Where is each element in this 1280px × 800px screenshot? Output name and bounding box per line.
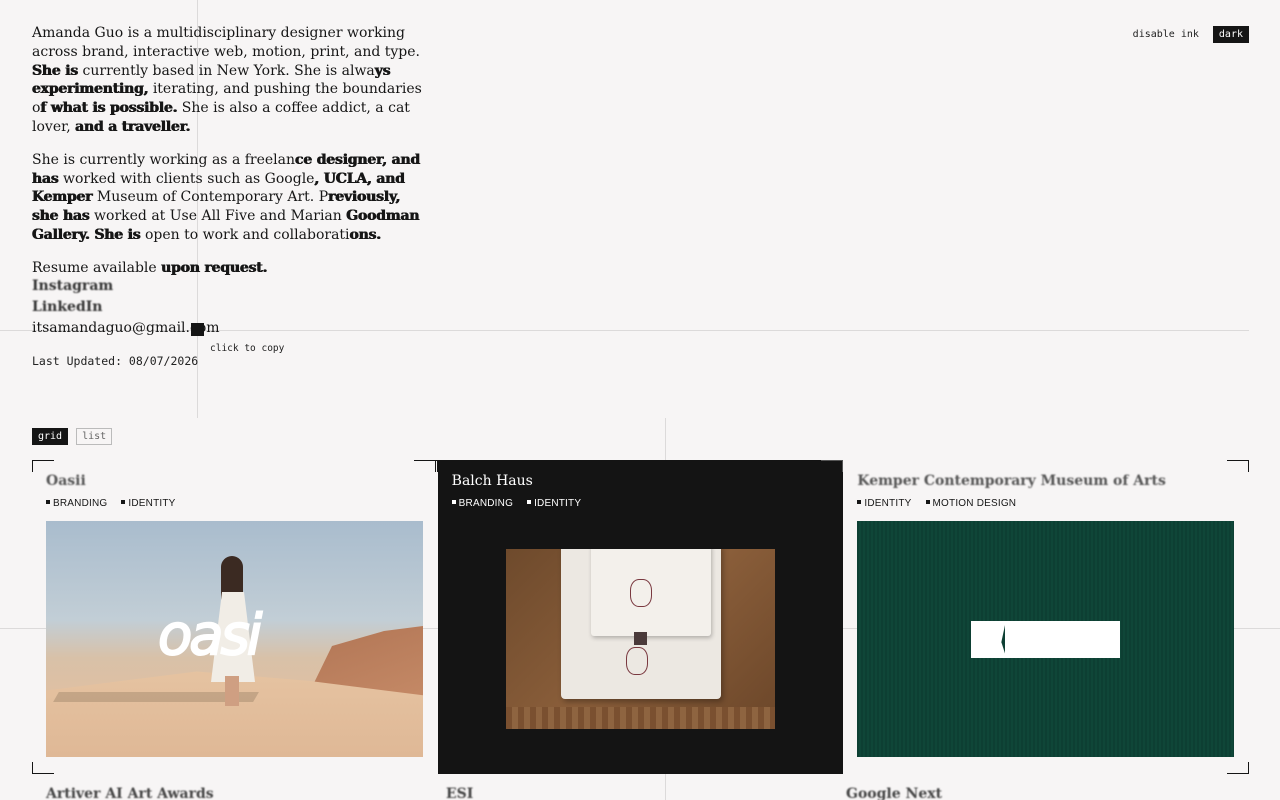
project-tag: BRANDING: [452, 498, 513, 509]
bio-paragraph-3: Resume available upon request.: [32, 259, 422, 278]
bio-ink-text: ons.: [349, 226, 382, 243]
disable-ink-button[interactable]: disable ink: [1133, 29, 1199, 40]
project-title[interactable]: Artiver AI Art Awards: [46, 786, 446, 800]
corner-mark: [1227, 762, 1250, 774]
project-card-balch-haus[interactable]: Balch Haus BRANDING IDENTITY: [413, 460, 844, 774]
project-title[interactable]: ESI: [446, 786, 846, 800]
project-title: Oasii: [46, 473, 86, 489]
bio-ink-text: upon request.: [161, 259, 268, 276]
balch-photo: [505, 549, 775, 729]
oasi-logo: oasi: [157, 602, 263, 669]
dark-mode-button[interactable]: dark: [1212, 26, 1249, 43]
bio-ink-text: She is: [32, 62, 79, 79]
bio-text: Resume available: [32, 259, 162, 276]
bio-text: worked at Use All Five and Marian: [89, 208, 347, 225]
project-tag: BRANDING: [46, 498, 107, 509]
project-card-oasii[interactable]: Oasii BRANDING IDENTITY oasi: [32, 460, 438, 774]
thumbnail-person-legs: [225, 676, 239, 706]
project-tag: IDENTITY: [527, 498, 581, 509]
project-title[interactable]: Google Next: [846, 786, 1246, 800]
instagram-link[interactable]: Instagram: [32, 276, 220, 297]
bio-text: Amanda Guo is a multidisciplinary design…: [32, 25, 421, 60]
project-title: Balch Haus: [451, 473, 533, 489]
project-thumbnail-oasii: oasi: [46, 521, 423, 757]
project-thumbnail-kemper: [857, 521, 1235, 757]
bio-ink-text: and a traveller.: [75, 118, 191, 135]
linkedin-link[interactable]: LinkedIn: [32, 297, 220, 318]
corner-mark: [32, 762, 54, 774]
project-title: Kemper Contemporary Museum of Arts: [857, 473, 1166, 489]
project-tag: IDENTITY: [857, 498, 911, 509]
corner-mark: [413, 460, 436, 472]
list-view-button[interactable]: list: [76, 428, 113, 445]
corner-mark: [821, 460, 844, 472]
last-updated: Last Updated: 08/07/2026: [32, 354, 199, 368]
project-thumbnail-balch-haus: [452, 521, 829, 757]
monogram-icon: [625, 647, 648, 675]
bio-text: open to work and collaborati: [140, 226, 350, 243]
bio-text: worked with clients such as Google: [58, 170, 315, 187]
bio-text: Museum of Contemporary Art. P: [92, 189, 329, 206]
project-tags: IDENTITY MOTION DESIGN: [857, 498, 1235, 509]
email-link[interactable]: itsamandaguo@gmail.com: [32, 318, 220, 339]
copy-hint: click to copy: [210, 343, 285, 354]
fabric-stripe: [505, 707, 775, 729]
bio: Amanda Guo is a multidisciplinary design…: [32, 24, 422, 292]
monogram-icon: [629, 579, 652, 607]
project-tags: BRANDING IDENTITY: [46, 498, 424, 509]
kemper-logo-bar: [971, 620, 1121, 658]
corner-mark: [1227, 460, 1250, 472]
next-row-titles: Artiver AI Art Awards ESI Google Next: [46, 786, 1246, 800]
corner-mark: [32, 460, 54, 472]
kemper-logo-notch: [1001, 623, 1006, 655]
project-tag: IDENTITY: [121, 498, 175, 509]
bio-text: She is currently working as a freelan: [32, 151, 296, 168]
bio-paragraph-2: She is currently working as a freelance …: [32, 151, 422, 245]
project-grid: Oasii BRANDING IDENTITY oasi Balch Haus …: [32, 460, 1250, 774]
project-tags: BRANDING IDENTITY: [452, 498, 830, 509]
ink-cursor: [633, 632, 647, 645]
bio-text: currently based in New York. She is alwa: [78, 62, 375, 79]
view-toggle: grid list: [32, 428, 113, 445]
contact-links: Instagram LinkedIn itsamandaguo@gmail.co…: [32, 276, 220, 339]
grid-view-button[interactable]: grid: [32, 428, 69, 445]
ink-cursor: [191, 323, 204, 336]
bio-ink-text: f what is possible.: [40, 100, 178, 117]
bio-paragraph-1: Amanda Guo is a multidisciplinary design…: [32, 24, 422, 137]
project-tag: MOTION DESIGN: [926, 498, 1017, 509]
project-card-kemper[interactable]: Kemper Contemporary Museum of Arts IDENT…: [843, 460, 1250, 774]
top-controls: disable ink dark: [1133, 26, 1249, 43]
